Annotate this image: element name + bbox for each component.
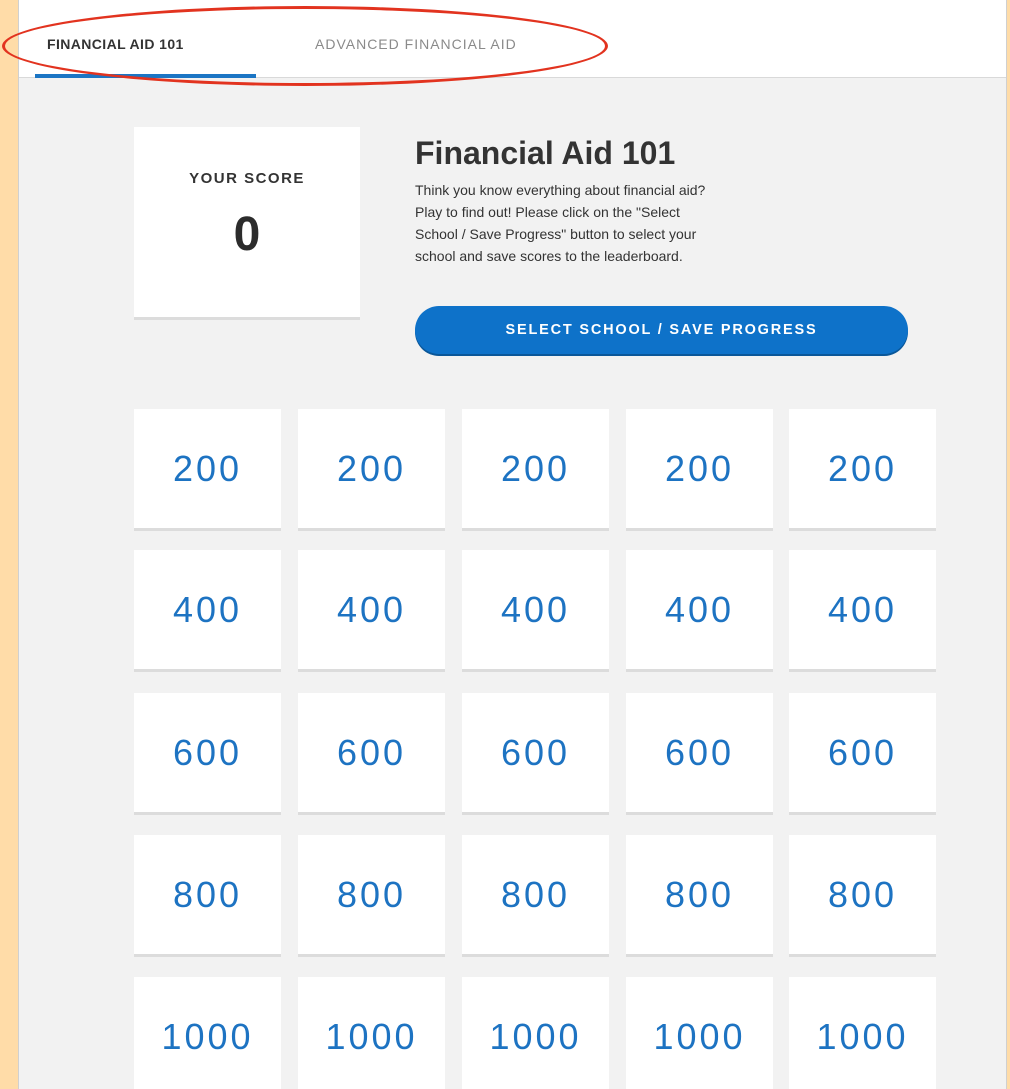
select-school-button[interactable]: SELECT SCHOOL / SAVE PROGRESS [415, 306, 908, 354]
game-frame: FINANCIAL AID 101 ADVANCED FINANCIAL AID… [18, 0, 1007, 1089]
tab-financial-aid-101[interactable]: FINANCIAL AID 101 [35, 36, 256, 78]
question-tile[interactable]: 400 [626, 550, 773, 669]
question-tile[interactable]: 800 [298, 835, 445, 954]
question-tile[interactable]: 200 [626, 409, 773, 528]
question-tile[interactable]: 1000 [298, 977, 445, 1089]
tab-advanced-financial-aid[interactable]: ADVANCED FINANCIAL AID [315, 36, 517, 77]
question-tile[interactable]: 1000 [626, 977, 773, 1089]
question-tile[interactable]: 600 [789, 693, 936, 812]
question-tile[interactable]: 200 [789, 409, 936, 528]
question-tile[interactable]: 600 [134, 693, 281, 812]
page-title: Financial Aid 101 [415, 135, 676, 171]
intro-text: Think you know everything about financia… [415, 179, 820, 267]
question-tile[interactable]: 1000 [789, 977, 936, 1089]
tab-label: ADVANCED FINANCIAL AID [315, 36, 517, 52]
question-tile[interactable]: 800 [134, 835, 281, 954]
score-value: 0 [233, 208, 261, 261]
question-tile[interactable]: 400 [789, 550, 936, 669]
question-tile[interactable]: 800 [789, 835, 936, 954]
question-tile[interactable]: 200 [462, 409, 609, 528]
question-tile[interactable]: 1000 [462, 977, 609, 1089]
question-tile[interactable]: 400 [298, 550, 445, 669]
tab-label: FINANCIAL AID 101 [47, 36, 184, 52]
intro-line: Think you know everything about financia… [415, 182, 706, 198]
question-tile[interactable]: 400 [462, 550, 609, 669]
question-tile[interactable]: 600 [462, 693, 609, 812]
score-label: YOUR SCORE [189, 170, 305, 187]
question-tile[interactable]: 800 [462, 835, 609, 954]
intro-line: school and save scores to the leaderboar… [415, 248, 683, 264]
tab-bar: FINANCIAL AID 101 ADVANCED FINANCIAL AID [19, 0, 1006, 78]
active-tab-indicator [35, 74, 256, 78]
question-tile[interactable]: 200 [134, 409, 281, 528]
intro-line: School / Save Progress" button to select… [415, 226, 697, 242]
intro-line: Play to find out! Please click on the "S… [415, 204, 680, 220]
game-intro: Financial Aid 101 Think you know everyth… [415, 133, 835, 267]
question-tile[interactable]: 800 [626, 835, 773, 954]
score-card: YOUR SCORE 0 [134, 127, 360, 317]
question-tile[interactable]: 200 [298, 409, 445, 528]
question-tile[interactable]: 1000 [134, 977, 281, 1089]
question-tile[interactable]: 600 [626, 693, 773, 812]
question-tile[interactable]: 600 [298, 693, 445, 812]
question-tile[interactable]: 400 [134, 550, 281, 669]
